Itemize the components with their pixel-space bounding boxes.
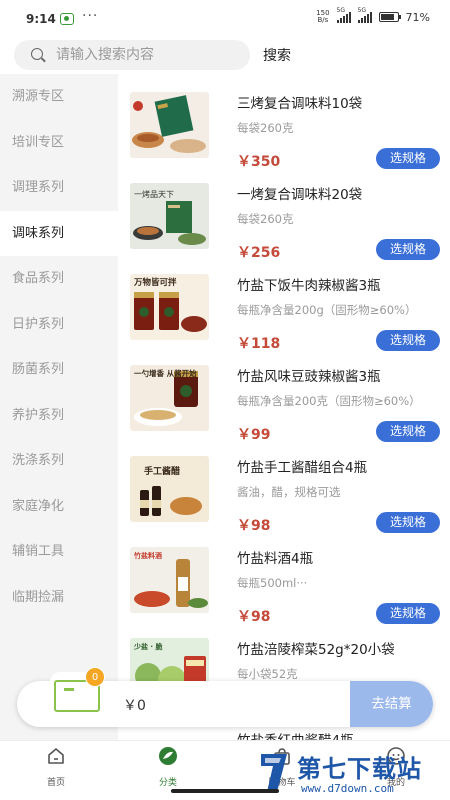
- product-list: 三烤复合调味料10袋 每袋260克 ￥350 选规格 一烤品天下 一烤复合调味料…: [118, 74, 450, 740]
- sidebar-item-probiotics[interactable]: 肠菌系列: [0, 347, 118, 393]
- search-input[interactable]: [56, 40, 241, 70]
- product-desc: 酱油，醋，规格可选: [237, 485, 341, 499]
- product-desc: 每袋260克: [237, 212, 294, 226]
- product-image[interactable]: 万物皆可拌: [130, 274, 209, 340]
- product-item[interactable]: 三烤复合调味料10袋 每袋260克 ￥350 选规格: [118, 82, 450, 173]
- battery-icon: [378, 12, 401, 22]
- select-spec-button[interactable]: 选规格: [376, 603, 440, 624]
- product-price: ￥118: [237, 336, 281, 352]
- thumb-caption: 手工酱醋: [144, 465, 180, 477]
- product-desc: 每瓶净含量200g（固形物≥60%）: [237, 303, 417, 317]
- product-item[interactable]: 一烤品天下 一烤复合调味料20袋 每袋260克 ￥256 选规格: [118, 173, 450, 264]
- more-notifications-icon: ···: [82, 8, 99, 24]
- sidebar-item-sales-tools[interactable]: 辅销工具: [0, 529, 118, 575]
- product-desc: 每瓶净含量200克（固形物≥60%）: [237, 394, 421, 408]
- product-name: 竹盐料酒4瓶: [237, 551, 314, 567]
- sidebar-item-daily-care[interactable]: 日护系列: [0, 302, 118, 348]
- tab-category[interactable]: 分类: [138, 746, 198, 788]
- category-icon: [159, 747, 177, 765]
- product-name: 竹盐下饭牛肉辣椒酱3瓶: [237, 278, 381, 294]
- select-spec-button[interactable]: 选规格: [376, 148, 440, 169]
- product-name: 竹盐香红曲酱醋4瓶: [237, 729, 442, 740]
- search-button[interactable]: 搜索: [263, 45, 291, 65]
- product-desc: 每袋260克: [237, 121, 294, 135]
- product-image[interactable]: 一勺增香 从酱开始: [130, 365, 209, 431]
- status-bar: 9:14 ··· 150 B/s 5G 5G 71%: [0, 0, 450, 40]
- sidebar-item-health-care[interactable]: 养护系列: [0, 393, 118, 439]
- home-icon: [48, 748, 64, 764]
- sidebar-item-home-purification[interactable]: 家庭净化: [0, 484, 118, 530]
- select-spec-button[interactable]: 选规格: [376, 330, 440, 351]
- status-time: 9:14: [26, 12, 56, 26]
- product-item[interactable]: 竹盐料酒 竹盐料酒4瓶 每瓶500ml··· ￥98 选规格: [118, 537, 450, 628]
- product-item[interactable]: 手工酱醋 竹盐手工酱醋组合4瓶 酱油，醋，规格可选 ￥98 选规格: [118, 446, 450, 537]
- watermark: 第七下载站 www.d7down.com: [253, 748, 448, 800]
- sidebar-item-training[interactable]: 培训专区: [0, 120, 118, 166]
- cart-total: ￥0: [123, 698, 146, 714]
- category-sidebar: 溯源专区 培训专区 调理系列 调味系列 食品系列 日护系列 肠菌系列 养护系列 …: [0, 74, 118, 740]
- sidebar-item-seasoning[interactable]: 调味系列: [0, 210, 118, 256]
- product-name: 竹盐风味豆豉辣椒酱3瓶: [237, 369, 381, 385]
- sidebar-item-traceability[interactable]: 溯源专区: [0, 74, 118, 120]
- signal-icon: 5G: [336, 7, 351, 23]
- select-spec-button[interactable]: 选规格: [376, 239, 440, 260]
- sidebar-item-washing[interactable]: 洗涤系列: [0, 438, 118, 484]
- product-name: 竹盐手工酱醋组合4瓶: [237, 460, 368, 476]
- product-name: 三烤复合调味料10袋: [237, 96, 363, 112]
- product-image[interactable]: 竹盐料酒: [130, 547, 209, 613]
- sidebar-item-conditioning[interactable]: 调理系列: [0, 165, 118, 211]
- thumb-caption: 万物皆可拌: [133, 277, 177, 288]
- select-spec-button[interactable]: 选规格: [376, 512, 440, 533]
- tab-home[interactable]: 首页: [26, 746, 86, 788]
- product-item[interactable]: 万物皆可拌 竹盐下饭牛肉辣椒酱3瓶 每瓶净含量200g（固形物≥60%） ￥11…: [118, 264, 450, 355]
- product-price: ￥99: [237, 427, 271, 443]
- product-name: 竹盐涪陵榨菜52g*20小袋: [237, 642, 395, 658]
- watermark-title: 第七下载站: [297, 755, 422, 783]
- product-image[interactable]: 一烤品天下: [130, 183, 209, 249]
- thumb-caption: 一烤品天下: [134, 189, 174, 199]
- app-notification-icon: [60, 13, 74, 25]
- watermark-url: www.d7down.com: [301, 782, 394, 795]
- network-speed: 150 B/s: [316, 9, 330, 24]
- search-bar[interactable]: [14, 40, 250, 70]
- product-price: ￥350: [237, 154, 281, 170]
- product-item[interactable]: 一勺增香 从酱开始 竹盐风味豆豉辣椒酱3瓶 每瓶净含量200克（固形物≥60%）…: [118, 355, 450, 446]
- search-icon: [31, 48, 43, 60]
- thumb-caption: 少盐 · 脆: [133, 642, 163, 651]
- sidebar-item-near-expiry[interactable]: 临期捡漏: [0, 575, 118, 621]
- product-image[interactable]: [130, 92, 209, 158]
- thumb-caption: 竹盐料酒: [133, 551, 162, 560]
- product-price: ￥98: [237, 609, 271, 625]
- sidebar-item-food[interactable]: 食品系列: [0, 256, 118, 302]
- checkout-button[interactable]: 去结算: [350, 681, 433, 727]
- product-desc: 每瓶500ml···: [237, 576, 308, 590]
- product-image[interactable]: 手工酱醋: [130, 456, 209, 522]
- battery-percent: 71%: [405, 10, 430, 24]
- signal-icon-2: 5G: [357, 7, 372, 23]
- thumb-caption: 一勺增香 从酱开始: [134, 368, 197, 378]
- product-price: ￥256: [237, 245, 281, 261]
- home-indicator: [171, 789, 279, 793]
- product-price: ￥98: [237, 518, 271, 534]
- product-name: 一烤复合调味料20袋: [237, 187, 363, 203]
- product-desc: 每小袋52克: [237, 667, 298, 681]
- select-spec-button[interactable]: 选规格: [376, 421, 440, 442]
- cart-count-badge: 0: [85, 667, 105, 687]
